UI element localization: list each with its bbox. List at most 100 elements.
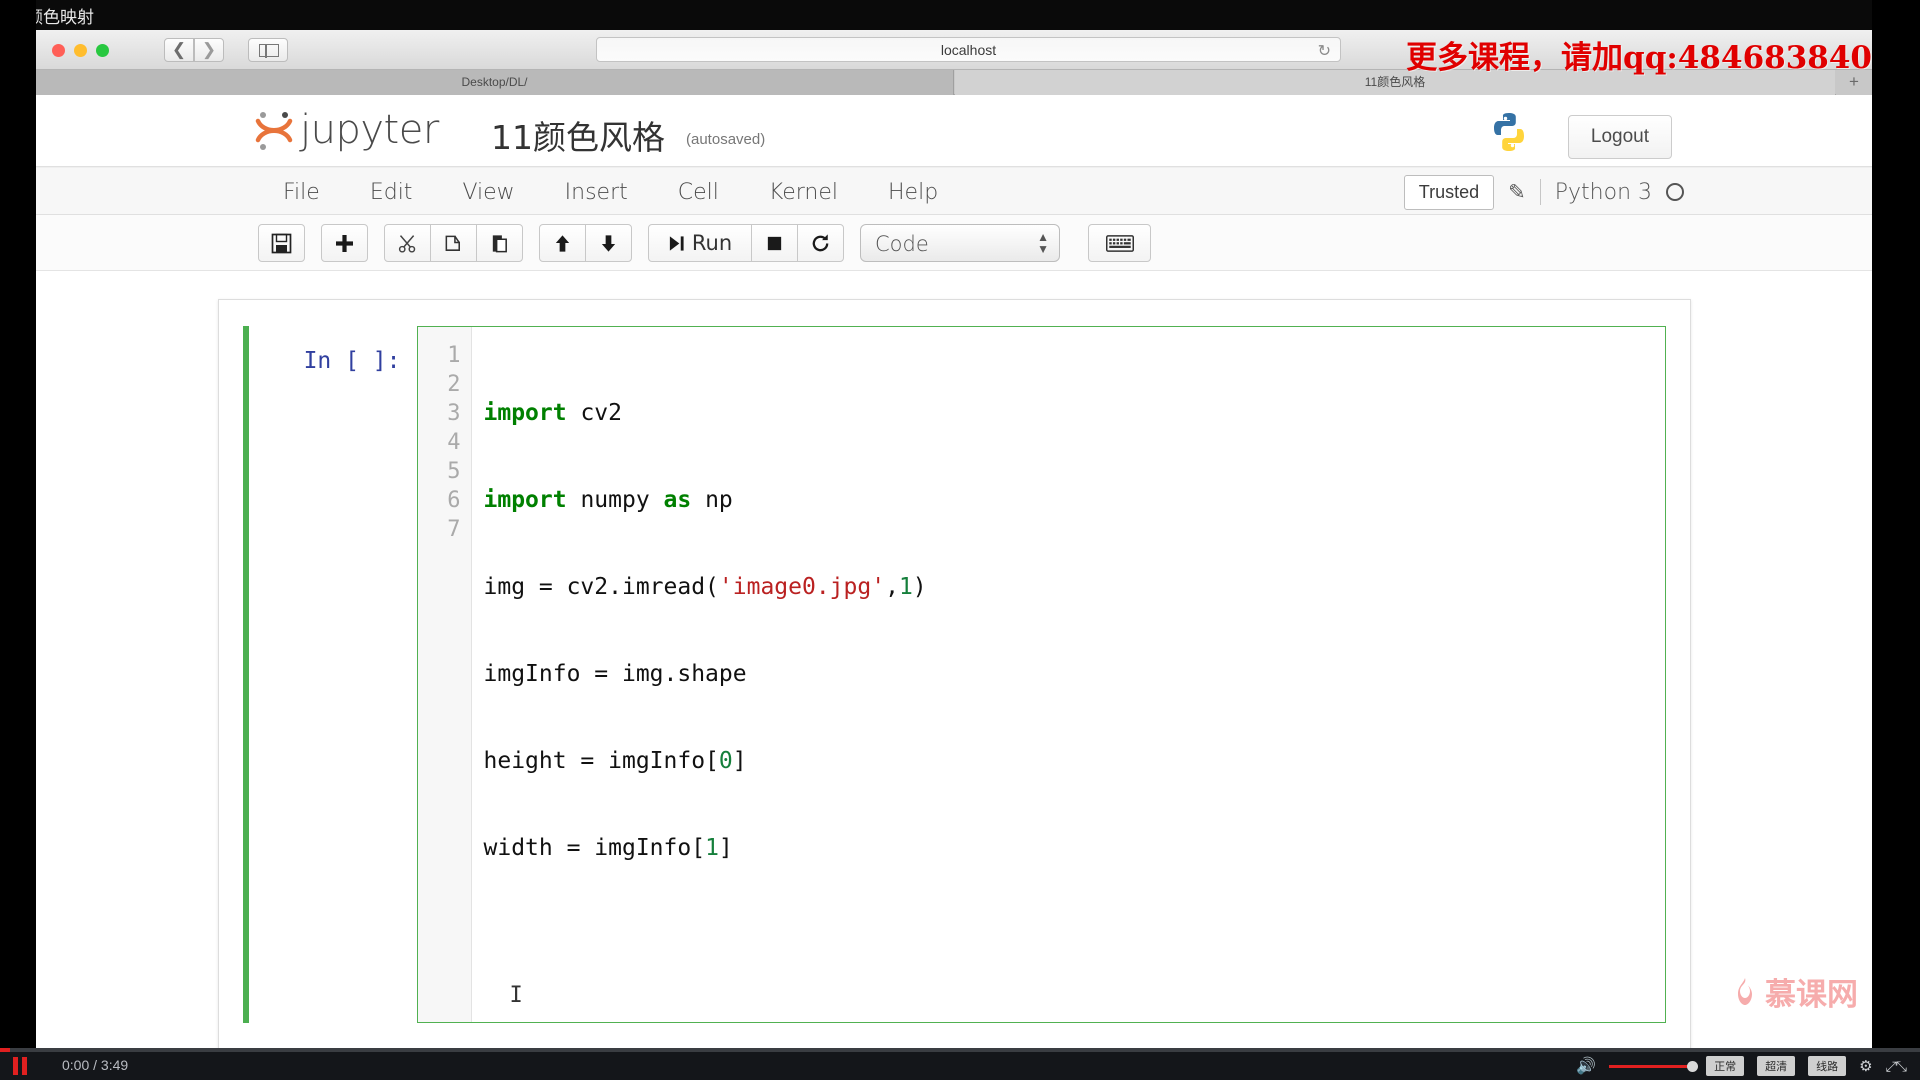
imooc-watermark: 慕课网 [1732,969,1858,1014]
move-cell-up-button[interactable] [539,224,586,262]
toolbar-group-insert [321,224,368,262]
line-number: 7 [447,517,461,542]
paste-cell-button[interactable] [476,224,523,262]
menu-help[interactable]: Help [863,180,963,205]
line-number: 5 [447,459,461,484]
menu-kernel[interactable]: Kernel [744,180,863,205]
menu-cell[interactable]: Cell [653,180,744,205]
current-time: 0:00 [62,1057,90,1073]
menu-edit[interactable]: Edit [345,180,438,205]
sidebar-toggle-button[interactable] [248,38,288,62]
letterbox-left [0,0,36,1080]
promo-overlay-text: 更多课程，请加qq:484683840 [1406,40,1872,76]
text-cursor-icon: I [509,983,523,1008]
window-minimize-button[interactable] [74,44,87,57]
jupyter-toolbar: Run Code ▲ ▼ [36,215,1872,271]
tab-desktop-dl[interactable]: Desktop/DL/ [36,70,954,95]
volume-slider[interactable] [1609,1060,1699,1072]
sidebar-toggle-icon [259,44,279,58]
command-palette-button[interactable] [1088,224,1151,262]
code-line: imgInfo = img.shape [483,661,747,687]
watermark-label: 慕课网 [1765,977,1858,1013]
code-cell[interactable]: In [ ]: 1 2 3 4 5 6 7 import cv2 import … [242,326,1666,1023]
window-close-button[interactable] [52,44,65,57]
menu-view[interactable]: View [437,180,539,205]
line-number: 3 [447,401,461,426]
restart-kernel-button[interactable] [797,224,844,262]
line-number: 1 [447,343,461,368]
video-title-bar: 颜色映射 [0,0,1920,30]
volume-slider-knob[interactable] [1687,1060,1699,1072]
window-maximize-button[interactable] [96,44,109,57]
notebook-title[interactable]: 11颜色风格 [491,111,665,159]
address-bar-url: localhost [940,42,997,58]
code-content[interactable]: import cv2 import numpy as np img = cv2.… [471,327,1665,1022]
python-logo-icon [1486,109,1532,155]
menu-file[interactable]: File [258,180,345,205]
arrow-up-icon [555,234,570,252]
copy-icon [445,235,460,251]
plus-icon [336,234,353,252]
quality-normal-button[interactable]: 正常 [1706,1056,1745,1076]
notebook-panel: In [ ]: 1 2 3 4 5 6 7 import cv2 import … [217,299,1691,1050]
jupyter-menu-bar: File Edit View Insert Cell Kernel Help T… [36,167,1872,215]
menu-items: File Edit View Insert Cell Kernel Help [258,168,963,216]
scissors-icon [398,234,416,253]
stop-square-icon [767,236,782,250]
player-control-bar: 0:00 / 3:49 🔊 正常 超清 线路 ⚙ ⤢⤡ [0,1048,1920,1080]
keyboard-icon [1105,234,1134,252]
toolbar-group-save [258,224,305,262]
back-button[interactable]: ❮ [164,38,194,62]
toolbar-buttons: Run Code ▲ ▼ [258,224,1151,262]
toolbar-group-clipboard [384,224,523,262]
volume-icon[interactable]: 🔊 [1576,1056,1596,1076]
jupyter-header: jupyter 11颜色风格 (autosaved) Logout [36,95,1872,167]
code-editor[interactable]: 1 2 3 4 5 6 7 import cv2 import numpy as… [416,326,1666,1023]
line-number-gutter: 1 2 3 4 5 6 7 [417,327,472,1022]
video-player: 颜色映射 ❮ ❯ localhost ↻ Desktop/DL/ 11颜色风格 … [0,0,1920,1080]
forward-button[interactable]: ❯ [194,38,224,62]
logout-button[interactable]: Logout [1567,115,1672,159]
cut-cell-button[interactable] [384,224,431,262]
menu-bar-right: Trusted ✎ Python 3 [1403,168,1684,216]
jupyter-logo[interactable]: jupyter [254,107,439,153]
flame-icon [1738,977,1752,1005]
code-line: img = cv2.imread('image0.jpg',1) [483,574,927,600]
paste-icon [492,234,507,252]
notebook-area: In [ ]: 1 2 3 4 5 6 7 import cv2 import … [36,271,1872,1050]
jupyter-logo-icon [254,108,294,152]
line-select-button[interactable]: 线路 [1808,1056,1847,1076]
line-number: 4 [447,430,461,455]
pause-button[interactable] [10,1057,30,1075]
reload-icon[interactable]: ↻ [1318,41,1331,61]
quality-hd-button[interactable]: 超清 [1757,1056,1796,1076]
arrow-down-icon [601,234,616,252]
time-separator: / [93,1057,101,1073]
move-cell-down-button[interactable] [585,224,632,262]
kernel-idle-circle-icon[interactable] [1666,183,1684,201]
save-button[interactable] [258,224,305,262]
interrupt-kernel-button[interactable] [751,224,798,262]
run-icon [669,235,684,251]
floppy-disk-icon [271,233,292,253]
cell-type-dropdown[interactable]: Code ▲ ▼ [860,224,1060,262]
browser-window: ❮ ❯ localhost ↻ Desktop/DL/ 11颜色风格 + jup… [36,30,1872,1052]
code-line: height = imgInfo[0] [483,748,747,774]
run-button-label: Run [691,231,733,255]
insert-cell-below-button[interactable] [321,224,368,262]
cell-type-value: Code [875,232,929,256]
trusted-badge[interactable]: Trusted [1403,174,1495,210]
fullscreen-icon[interactable]: ⤢⤡ [1886,1058,1907,1075]
menu-divider [1539,179,1541,205]
run-cell-button[interactable]: Run [648,224,752,262]
gear-icon[interactable]: ⚙ [1859,1057,1872,1075]
jupyter-notebook-page: jupyter 11颜色风格 (autosaved) Logout File E… [36,95,1872,1052]
menu-insert[interactable]: Insert [540,180,653,205]
restart-circular-arrow-icon [812,233,829,251]
code-line: import numpy as np [483,487,733,513]
address-bar[interactable]: localhost ↻ [596,37,1341,62]
pencil-icon[interactable]: ✎ [1508,180,1526,205]
copy-cell-button[interactable] [430,224,477,262]
code-line: import cv2 [483,400,622,426]
